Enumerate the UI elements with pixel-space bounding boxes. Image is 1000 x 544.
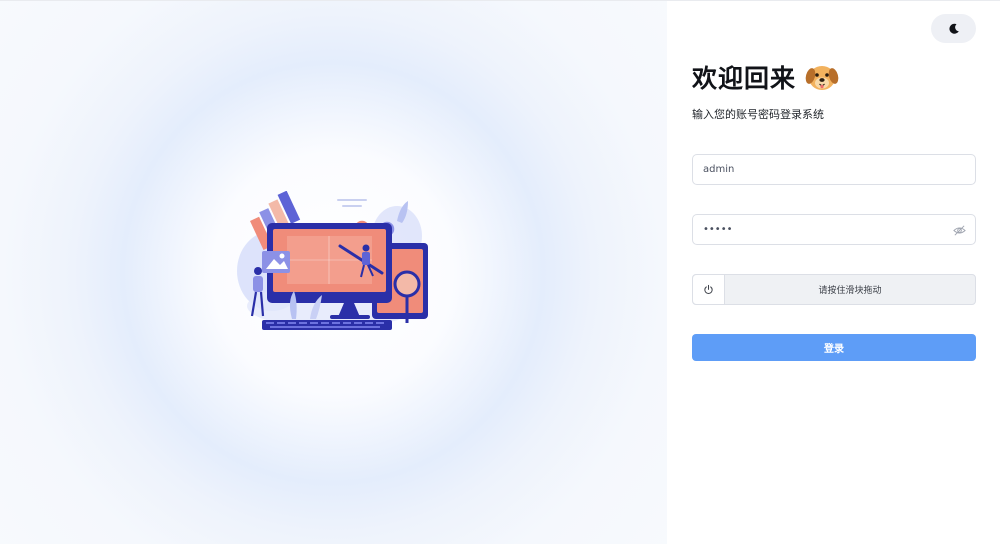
slider-handle[interactable] [693, 275, 725, 304]
slider-captcha: 请按住滑块拖动 [692, 274, 976, 305]
design-workstation-illustration [237, 191, 428, 330]
theme-toggle-button[interactable] [931, 14, 976, 43]
power-icon [704, 284, 713, 295]
username-field-wrapper [692, 154, 976, 185]
page-title: 欢迎回来 [692, 64, 797, 93]
dog-emoji-icon [805, 66, 839, 90]
login-panel: 欢迎回来 输入您的账号密码登录系统 admin 请按住滑块拖动 登录 [667, 0, 1000, 544]
username-input[interactable] [703, 164, 943, 175]
login-button[interactable]: 登录 [692, 334, 976, 361]
title-row: 欢迎回来 [692, 59, 840, 95]
password-field-wrapper [692, 214, 976, 245]
illustration-panel [0, 0, 667, 544]
moon-icon [948, 23, 959, 34]
eye-icon[interactable] [953, 224, 966, 237]
page-subtitle: 输入您的账号密码登录系统 [692, 108, 824, 121]
slider-hint-text: 请按住滑块拖动 [818, 286, 882, 296]
password-input[interactable] [703, 224, 943, 235]
